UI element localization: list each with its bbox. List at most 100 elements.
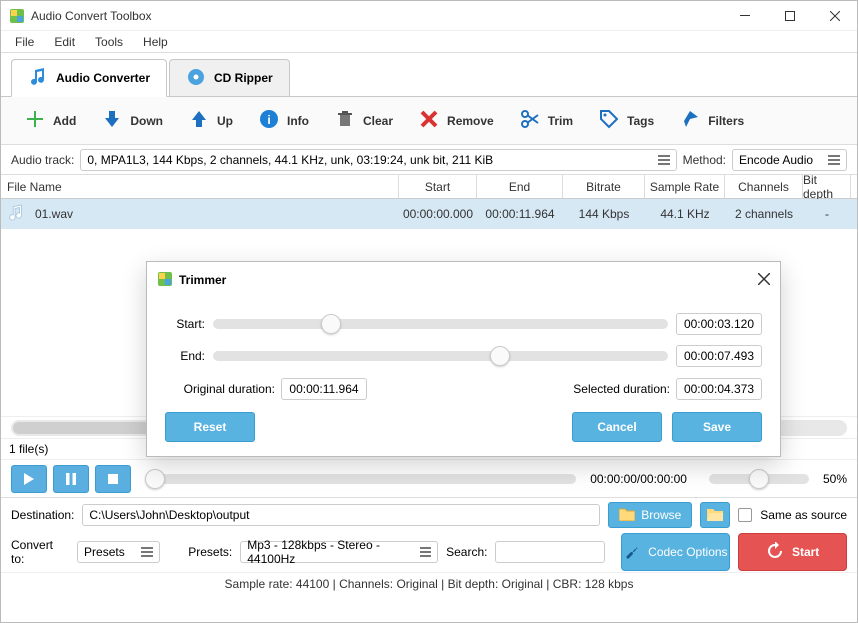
play-button[interactable] bbox=[11, 465, 47, 493]
th-start[interactable]: Start bbox=[399, 175, 477, 198]
down-label: Down bbox=[130, 114, 163, 128]
close-button[interactable] bbox=[812, 1, 857, 31]
presets-select[interactable]: Mp3 - 128kbps - Stereo - 44100Hz bbox=[240, 541, 438, 563]
wrench-icon bbox=[624, 543, 640, 562]
titlebar: Audio Convert Toolbox bbox=[1, 1, 857, 31]
th-filename[interactable]: File Name bbox=[1, 175, 399, 198]
clear-button[interactable]: Clear bbox=[323, 101, 405, 141]
destination-input[interactable] bbox=[82, 504, 600, 526]
menu-help[interactable]: Help bbox=[133, 33, 178, 51]
selected-duration-label: Selected duration: bbox=[573, 382, 670, 396]
player-time: 00:00:00/00:00:00 bbox=[590, 472, 687, 486]
minimize-button[interactable] bbox=[722, 1, 767, 31]
menu-edit[interactable]: Edit bbox=[44, 33, 85, 51]
filters-icon bbox=[680, 109, 700, 132]
close-icon[interactable] bbox=[758, 273, 770, 288]
menu-file[interactable]: File bbox=[5, 33, 44, 51]
folder-open-icon bbox=[707, 507, 723, 524]
end-slider[interactable] bbox=[213, 351, 668, 361]
window-title: Audio Convert Toolbox bbox=[31, 9, 722, 23]
trim-label: Trim bbox=[548, 114, 573, 128]
maximize-button[interactable] bbox=[767, 1, 812, 31]
trimmer-dialog: Trimmer Start: 00:00:03.120 End: 00:00:0… bbox=[146, 261, 781, 457]
seek-slider[interactable] bbox=[145, 474, 576, 484]
tags-button[interactable]: Tags bbox=[587, 101, 666, 141]
slider-thumb[interactable] bbox=[145, 469, 165, 489]
search-label: Search: bbox=[446, 545, 487, 559]
open-folder-button[interactable] bbox=[700, 502, 730, 528]
up-button[interactable]: Up bbox=[177, 101, 245, 141]
tabs-row: Audio Converter CD Ripper bbox=[1, 55, 857, 97]
volume-slider[interactable] bbox=[709, 474, 809, 484]
trimmer-header: Trimmer bbox=[147, 262, 780, 298]
burger-icon bbox=[828, 155, 840, 165]
audio-track-select[interactable]: 0, MPA1L3, 144 Kbps, 2 channels, 44.1 KH… bbox=[80, 149, 676, 171]
track-row: Audio track: 0, MPA1L3, 144 Kbps, 2 chan… bbox=[1, 145, 857, 175]
tab-audio-converter[interactable]: Audio Converter bbox=[11, 59, 167, 97]
original-duration-label: Original duration: bbox=[165, 382, 275, 396]
volume-value: 50% bbox=[823, 472, 847, 486]
info-button[interactable]: iInfo bbox=[247, 101, 321, 141]
stop-button[interactable] bbox=[95, 465, 131, 493]
down-button[interactable]: Down bbox=[90, 101, 175, 141]
filters-button[interactable]: Filters bbox=[668, 101, 756, 141]
tags-label: Tags bbox=[627, 114, 654, 128]
search-input[interactable] bbox=[495, 541, 605, 563]
presets-label: Presets: bbox=[188, 545, 232, 559]
method-label: Method: bbox=[683, 153, 726, 167]
method-value: Encode Audio bbox=[739, 153, 813, 167]
start-slider[interactable] bbox=[213, 319, 668, 329]
browse-button[interactable]: Browse bbox=[608, 502, 692, 528]
refresh-icon bbox=[766, 542, 784, 563]
remove-button[interactable]: Remove bbox=[407, 101, 506, 141]
arrow-up-icon bbox=[189, 109, 209, 132]
add-button[interactable]: Add bbox=[13, 101, 88, 141]
end-time-input[interactable]: 00:00:07.493 bbox=[676, 345, 762, 367]
cd-icon bbox=[186, 67, 206, 90]
reset-button[interactable]: Reset bbox=[165, 412, 255, 442]
burger-icon bbox=[420, 547, 431, 557]
tab-cd-ripper[interactable]: CD Ripper bbox=[169, 59, 290, 97]
selected-duration-value: 00:00:04.373 bbox=[676, 378, 762, 400]
menubar: File Edit Tools Help bbox=[1, 31, 857, 53]
method-select[interactable]: Encode Audio bbox=[732, 149, 847, 171]
slider-thumb[interactable] bbox=[749, 469, 769, 489]
convert-to-select[interactable]: Presets bbox=[77, 541, 160, 563]
burger-icon bbox=[658, 155, 670, 165]
info-icon: i bbox=[259, 109, 279, 132]
th-channels[interactable]: Channels bbox=[725, 175, 803, 198]
original-duration-value: 00:00:11.964 bbox=[281, 378, 367, 400]
filters-label: Filters bbox=[708, 114, 744, 128]
cell-bitdepth: - bbox=[803, 207, 851, 221]
same-as-source-checkbox[interactable] bbox=[738, 508, 752, 522]
player: 00:00:00/00:00:00 50% bbox=[1, 460, 857, 498]
burger-icon bbox=[141, 547, 153, 557]
convert-row: Convert to: Presets Presets: Mp3 - 128kb… bbox=[1, 532, 857, 572]
remove-label: Remove bbox=[447, 114, 494, 128]
codec-options-button[interactable]: Codec Options bbox=[621, 533, 730, 571]
toolbar: Add Down Up iInfo Clear Remove Trim Tags… bbox=[1, 97, 857, 145]
th-samplerate[interactable]: Sample Rate bbox=[645, 175, 725, 198]
pause-button[interactable] bbox=[53, 465, 89, 493]
convert-to-label: Convert to: bbox=[11, 538, 69, 566]
menu-tools[interactable]: Tools bbox=[85, 33, 133, 51]
start-label: Start: bbox=[165, 317, 205, 331]
table-header: File Name Start End Bitrate Sample Rate … bbox=[1, 175, 857, 199]
start-button[interactable]: Start bbox=[738, 533, 847, 571]
th-bitdepth[interactable]: Bit depth bbox=[803, 175, 851, 198]
end-label: End: bbox=[165, 349, 205, 363]
th-end[interactable]: End bbox=[477, 175, 563, 198]
slider-thumb[interactable] bbox=[321, 314, 341, 334]
trim-button[interactable]: Trim bbox=[508, 101, 585, 141]
end-value: 00:00:07.493 bbox=[684, 349, 754, 363]
th-bitrate[interactable]: Bitrate bbox=[563, 175, 645, 198]
add-label: Add bbox=[53, 114, 76, 128]
slider-thumb[interactable] bbox=[490, 346, 510, 366]
cancel-button[interactable]: Cancel bbox=[572, 412, 662, 442]
cell-samplerate: 44.1 KHz bbox=[645, 207, 725, 221]
start-time-input[interactable]: 00:00:03.120 bbox=[676, 313, 762, 335]
save-button[interactable]: Save bbox=[672, 412, 762, 442]
table-row[interactable]: 01.wav 00:00:00.000 00:00:11.964 144 Kbp… bbox=[1, 199, 857, 229]
cell-filename: 01.wav bbox=[35, 207, 73, 221]
music-note-icon bbox=[28, 67, 48, 90]
